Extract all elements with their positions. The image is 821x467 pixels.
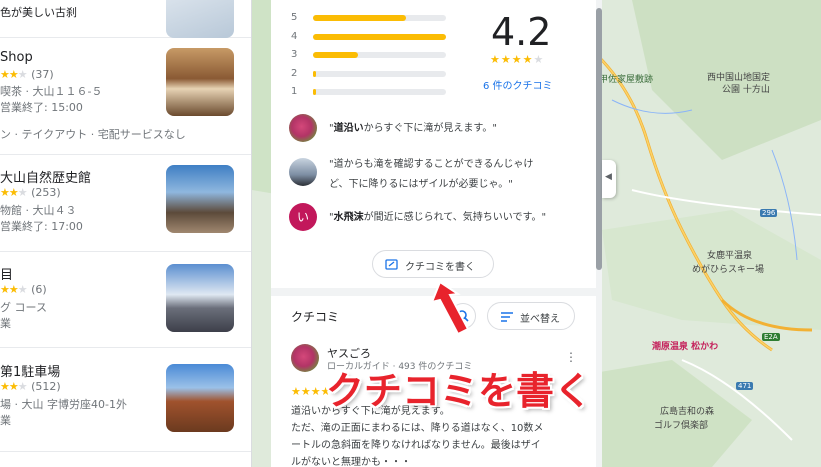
review-count-link[interactable]: 6 件のクチコミ bbox=[483, 77, 553, 92]
results-list[interactable]: 色が美しい古刹 Shop ★★★ (37) 喫茶 · 大山１１６-５ 営業終了:… bbox=[0, 0, 252, 467]
average-rating: 4.2 bbox=[491, 10, 552, 54]
map-label[interactable]: ゴルフ倶楽部 bbox=[654, 418, 708, 431]
histogram-star-label: 5 bbox=[291, 12, 298, 23]
chevron-left-icon: ◀ bbox=[605, 172, 612, 182]
result-name: 目 bbox=[0, 268, 14, 283]
histogram-star-label: 3 bbox=[291, 49, 298, 60]
result-item[interactable]: 大山自然歴史館 ★★★ (253) 物館 · 大山４３ 営業終了: 17:00 bbox=[0, 155, 251, 252]
collapse-panel-button[interactable]: ◀ bbox=[602, 160, 616, 198]
result-hours: 営業終了: 17:00 bbox=[0, 220, 83, 233]
scrollbar-thumb[interactable] bbox=[596, 8, 602, 270]
write-review-icon bbox=[385, 259, 398, 270]
write-review-button[interactable]: クチコミを書く bbox=[372, 250, 494, 278]
annotation-caption: クチコミを書く bbox=[326, 369, 593, 413]
result-item[interactable]: 第1駐車場 ★★★ (512) 場 · 大山 字博労座40-1外 業 bbox=[0, 348, 251, 452]
result-category-address: 物館 · 大山４３ bbox=[0, 204, 77, 217]
histogram-track bbox=[313, 33, 446, 40]
avatar bbox=[289, 114, 317, 142]
result-rating: ★★★ (6) bbox=[0, 283, 47, 296]
avatar bbox=[289, 158, 317, 186]
map-label[interactable]: 女鹿平温泉 bbox=[707, 248, 752, 261]
histogram-bar bbox=[313, 70, 316, 77]
histogram-track bbox=[313, 89, 446, 95]
result-services: ン · テイクアウト · 宅配サービスなし bbox=[0, 128, 186, 141]
map-label[interactable]: 広島吉和の森 bbox=[660, 404, 714, 417]
reviews-heading: クチコミ bbox=[291, 310, 340, 324]
result-item[interactable]: Shop ★★★ (37) 喫茶 · 大山１１６-５ 営業終了: 15:00 ン… bbox=[0, 38, 251, 155]
result-rating: ★★★ (37) bbox=[0, 68, 54, 81]
result-name: 色が美しい古刹 bbox=[0, 6, 77, 19]
result-photo[interactable] bbox=[166, 264, 234, 332]
sort-label: 並べ替え bbox=[520, 314, 560, 325]
road-number-badge: 471 bbox=[736, 382, 754, 390]
snippet-text: "道からも滝を確認することができるんじゃけ ど、下に降りるにはザイルが必要じゃ。" bbox=[329, 159, 534, 190]
result-status: 業 bbox=[0, 317, 11, 330]
map-label[interactable]: めがひらスキー場 bbox=[692, 262, 764, 275]
result-photo[interactable] bbox=[166, 0, 234, 38]
histogram-bar bbox=[313, 52, 359, 58]
review-snippet[interactable]: い "水飛沫が間近に感じられて、気持ちいいです。" bbox=[289, 203, 589, 233]
histogram-track bbox=[313, 15, 446, 21]
avatar-letter: い bbox=[289, 203, 317, 231]
result-status: 業 bbox=[0, 414, 11, 427]
histogram-bar bbox=[313, 33, 446, 40]
avatar[interactable] bbox=[291, 344, 319, 372]
rating-stars: ★★★★★ bbox=[490, 53, 545, 66]
road-number-badge: E2A bbox=[762, 333, 780, 341]
result-rating: ★★★ (512) bbox=[0, 380, 61, 393]
result-item[interactable]: 色が美しい古刹 bbox=[0, 0, 251, 38]
annotation-arrow bbox=[430, 280, 470, 336]
result-photo[interactable] bbox=[166, 364, 234, 432]
histogram-bar bbox=[313, 89, 316, 95]
result-category-address: 喫茶 · 大山１１６-５ bbox=[0, 85, 103, 98]
result-name: Shop bbox=[0, 50, 33, 65]
result-category-address: 場 · 大山 字博労座40-1外 bbox=[0, 398, 127, 411]
snippet-text: "水飛沫が間近に感じられて、気持ちいいです。" bbox=[329, 212, 547, 223]
snippet-text: "道沿いからすぐ下に滝が見えます。" bbox=[329, 123, 498, 134]
review-snippet[interactable]: "道沿いからすぐ下に滝が見えます。" bbox=[289, 114, 589, 144]
road-number-badge: 296 bbox=[760, 209, 778, 217]
map-label[interactable]: 甲佐家屋敷跡 bbox=[599, 72, 653, 85]
result-photo[interactable] bbox=[166, 165, 234, 233]
result-item[interactable]: 目 ★★★ (6) グ コース 業 bbox=[0, 252, 251, 348]
result-photo[interactable] bbox=[166, 48, 234, 116]
review-snippet[interactable]: "道からも滝を確認することができるんじゃけ ど、下に降りるにはザイルが必要じゃ。" bbox=[289, 158, 589, 198]
histogram-star-label: 4 bbox=[291, 30, 298, 42]
map-label[interactable]: 潮原温泉 松かわ bbox=[652, 339, 718, 352]
histogram-star-label: 1 bbox=[291, 86, 298, 97]
result-rating: ★★★ (253) bbox=[0, 186, 61, 199]
result-hours: 営業終了: 15:00 bbox=[0, 101, 83, 114]
histogram-track bbox=[313, 52, 446, 58]
map-label[interactable]: 公園 十方山 bbox=[722, 82, 770, 95]
result-name: 大山自然歴史館 bbox=[0, 171, 92, 186]
result-category: グ コース bbox=[0, 301, 47, 314]
write-review-label: クチコミを書く bbox=[405, 262, 475, 273]
histogram-track bbox=[313, 70, 446, 77]
sort-icon bbox=[501, 312, 513, 322]
review-stars: ★★★★ bbox=[291, 385, 331, 398]
histogram-star-label: 2 bbox=[291, 67, 298, 79]
sort-button[interactable]: 並べ替え bbox=[487, 302, 575, 330]
histogram-bar bbox=[313, 15, 407, 21]
result-name: 第1駐車場 bbox=[0, 365, 61, 380]
